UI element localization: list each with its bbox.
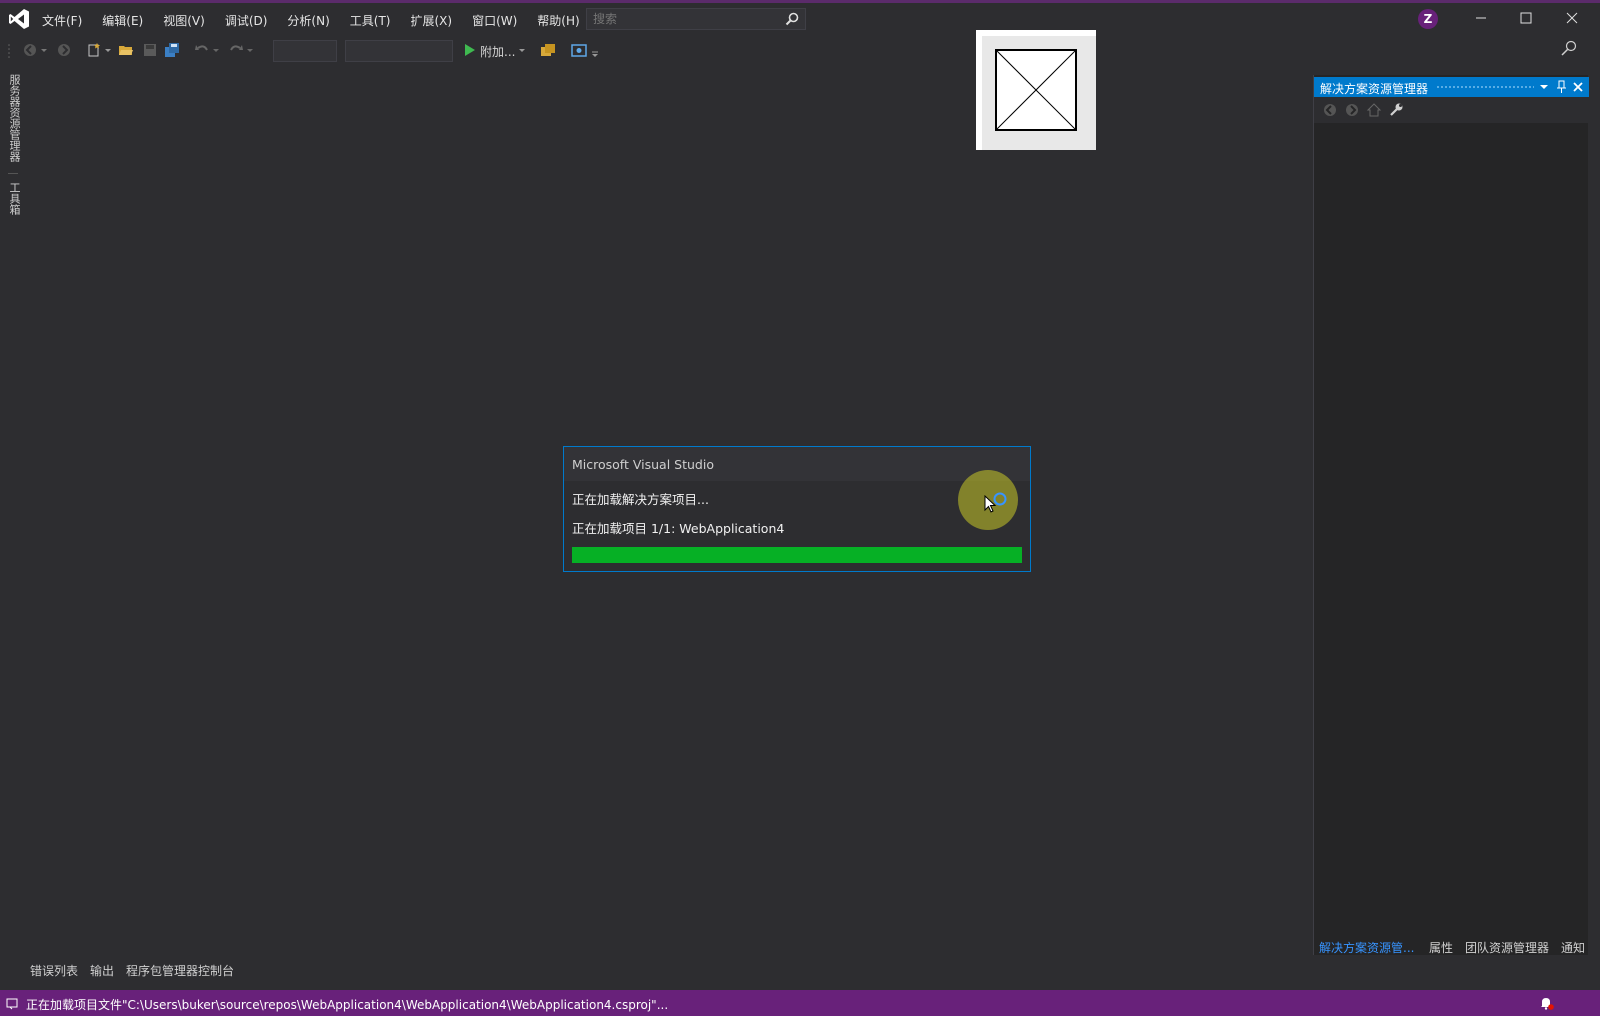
status-bar: 正在加载项目文件"C:\Users\buker\source\repos\Web… bbox=[0, 990, 1600, 1016]
back-icon[interactable] bbox=[22, 42, 38, 58]
menu-help[interactable]: 帮助(H) bbox=[527, 10, 589, 31]
menu-view[interactable]: 视图(V) bbox=[153, 10, 215, 31]
open-folder-icon[interactable] bbox=[118, 42, 134, 58]
cursor-icon bbox=[984, 495, 997, 513]
solution-explorer-toolbar bbox=[1314, 97, 1589, 123]
progress-fill bbox=[572, 547, 1022, 563]
right-dock-tabs: 解决方案资源管... 属性 团队资源管理器 通知 bbox=[1313, 936, 1600, 958]
tab-package-manager-console[interactable]: 程序包管理器控制台 bbox=[126, 962, 234, 979]
standard-toolbar: 附加... bbox=[0, 38, 1600, 64]
chevron-down-icon[interactable] bbox=[1536, 79, 1552, 95]
panel-drag-grip[interactable] bbox=[1436, 85, 1534, 90]
menu-bar: 文件(F) 编辑(E) 视图(V) 调试(D) 分析(N) 工具(T) 扩展(X… bbox=[32, 10, 590, 31]
menu-extensions[interactable]: 扩展(X) bbox=[400, 10, 462, 31]
loading-message: 正在加载解决方案项目... bbox=[572, 492, 709, 507]
minimize-icon[interactable] bbox=[1466, 6, 1496, 30]
tab-output[interactable]: 输出 bbox=[90, 962, 114, 979]
title-accent-line bbox=[0, 0, 1600, 3]
save-all-icon[interactable] bbox=[164, 42, 180, 58]
dropdown-icon[interactable] bbox=[40, 42, 48, 58]
tab-solution-explorer[interactable]: 解决方案资源管... bbox=[1319, 939, 1414, 956]
search-icon[interactable] bbox=[785, 12, 799, 26]
loading-detail: 正在加载项目 1/1: WebApplication4 bbox=[572, 521, 785, 536]
search-box bbox=[586, 8, 806, 30]
solution-explorer-panel: 解决方案资源管理器 bbox=[1313, 75, 1589, 955]
close-icon[interactable] bbox=[1557, 6, 1587, 30]
dialog-title: Microsoft Visual Studio bbox=[572, 457, 714, 472]
tab-team-explorer[interactable]: 团队资源管理器 bbox=[1465, 939, 1549, 956]
screenshot-icon[interactable] bbox=[571, 42, 587, 58]
menu-tools[interactable]: 工具(T) bbox=[340, 10, 401, 31]
dialog-title-bar: Microsoft Visual Studio bbox=[564, 447, 1030, 481]
save-icon[interactable] bbox=[142, 42, 158, 58]
menu-file[interactable]: 文件(F) bbox=[32, 10, 92, 31]
solution-platform-combo[interactable] bbox=[345, 40, 453, 62]
close-icon[interactable] bbox=[1570, 79, 1586, 95]
redo-icon[interactable] bbox=[228, 42, 244, 58]
feedback-icon[interactable] bbox=[1560, 40, 1578, 58]
loading-dialog: Microsoft Visual Studio 正在加载解决方案项目... 正在… bbox=[563, 446, 1031, 572]
menu-analyze[interactable]: 分析(N) bbox=[277, 10, 339, 31]
vs-logo-icon[interactable] bbox=[8, 8, 30, 30]
menu-edit[interactable]: 编辑(E) bbox=[92, 10, 153, 31]
forward-icon[interactable] bbox=[1344, 102, 1360, 118]
new-project-icon[interactable] bbox=[86, 42, 102, 58]
start-icon[interactable] bbox=[462, 42, 478, 58]
tab-properties[interactable]: 属性 bbox=[1429, 939, 1453, 956]
tab-error-list[interactable]: 错误列表 bbox=[30, 962, 78, 979]
menu-debug[interactable]: 调试(D) bbox=[215, 10, 278, 31]
title-bar: 文件(F) 编辑(E) 视图(V) 调试(D) 分析(N) 工具(T) 扩展(X… bbox=[0, 0, 1600, 38]
user-avatar[interactable]: Z bbox=[1418, 9, 1438, 29]
search-input[interactable] bbox=[587, 9, 777, 29]
status-icon bbox=[6, 998, 18, 1010]
server-explorer-tab[interactable]: 服务器资源管理器 bbox=[6, 74, 22, 162]
status-text: 正在加载项目文件"C:\Users\buker\source\repos\Web… bbox=[26, 998, 669, 1012]
pin-icon[interactable] bbox=[1553, 79, 1569, 95]
qr-code-image bbox=[976, 30, 1096, 150]
toolbox-tab[interactable]: 工具箱 bbox=[6, 182, 22, 215]
solution-config-combo[interactable] bbox=[273, 40, 337, 62]
menu-window[interactable]: 窗口(W) bbox=[462, 10, 527, 31]
maximize-icon[interactable] bbox=[1511, 6, 1541, 30]
solution-explorer-title: 解决方案资源管理器 bbox=[1320, 82, 1429, 96]
tab-notifications[interactable]: 通知 bbox=[1561, 939, 1585, 956]
bottom-panel-tabs: 错误列表 输出 程序包管理器控制台 bbox=[28, 962, 288, 982]
notification-icon[interactable] bbox=[1538, 995, 1554, 1011]
browse-icon[interactable] bbox=[540, 42, 556, 58]
solution-explorer-header: 解决方案资源管理器 bbox=[1314, 77, 1589, 97]
progress-bar bbox=[572, 547, 1022, 563]
undo-icon[interactable] bbox=[194, 42, 210, 58]
toolbar-grip-icon[interactable] bbox=[6, 42, 12, 58]
back-icon[interactable] bbox=[1322, 102, 1338, 118]
toolbar-options-icon[interactable] bbox=[591, 42, 599, 58]
left-tool-strip: 服务器资源管理器 工具箱 bbox=[0, 64, 26, 964]
forward-icon[interactable] bbox=[56, 42, 72, 58]
dropdown-icon[interactable] bbox=[212, 42, 220, 58]
dropdown-icon[interactable] bbox=[104, 42, 112, 58]
home-icon[interactable] bbox=[1366, 102, 1382, 118]
dropdown-icon[interactable] bbox=[246, 42, 254, 58]
dropdown-icon[interactable] bbox=[518, 42, 526, 58]
attach-button[interactable]: 附加... bbox=[480, 43, 515, 60]
tab-separator bbox=[8, 173, 18, 174]
wrench-icon[interactable] bbox=[1388, 102, 1404, 118]
